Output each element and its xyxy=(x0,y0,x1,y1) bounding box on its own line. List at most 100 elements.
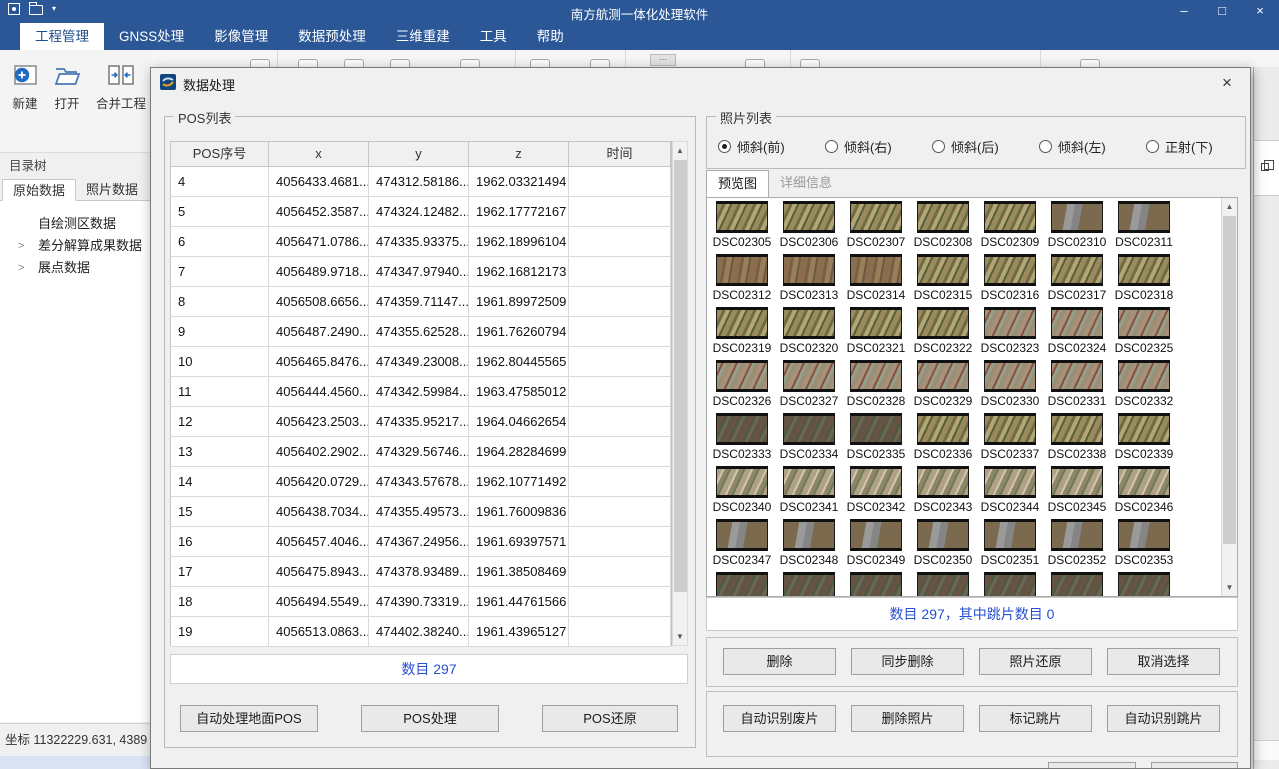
photo-thumbnail-DSC02308[interactable] xyxy=(917,201,969,233)
photo-thumbnail-DSC02312[interactable] xyxy=(716,254,768,286)
radio-circle-icon[interactable] xyxy=(718,140,731,153)
photo-button-row1-1[interactable]: 删除 xyxy=(723,648,836,675)
scrollbar-thumb[interactable] xyxy=(674,160,687,592)
menu-tab-5[interactable]: 三维重建 xyxy=(381,23,465,50)
photo-thumbnail[interactable] xyxy=(783,572,835,597)
radio-倾斜(右)[interactable]: 倾斜(右) xyxy=(825,137,892,156)
photo-thumbnail-DSC02329[interactable] xyxy=(917,360,969,392)
radio-circle-icon[interactable] xyxy=(932,140,945,153)
photo-thumbnail-DSC02310[interactable] xyxy=(1051,201,1103,233)
photo-thumbnail-DSC02316[interactable] xyxy=(984,254,1036,286)
photo-tab-1[interactable]: 预览图 xyxy=(706,170,769,197)
photo-thumbnail-DSC02337[interactable] xyxy=(984,413,1036,445)
pos-table-row[interactable]: 64056471.0786...474335.93375...1962.1899… xyxy=(171,227,671,257)
photo-thumbnail-DSC02335[interactable] xyxy=(850,413,902,445)
dialog-close-icon[interactable]: × xyxy=(1216,72,1238,94)
chevron-right-icon[interactable]: > xyxy=(18,235,24,257)
radio-倾斜(前)[interactable]: 倾斜(前) xyxy=(718,137,785,156)
photo-button-row2-2[interactable]: 删除照片 xyxy=(851,705,964,732)
photo-thumbnail-DSC02334[interactable] xyxy=(783,413,835,445)
photo-thumbnail-DSC02353[interactable] xyxy=(1118,519,1170,551)
pos-column-header[interactable]: POS序号 xyxy=(171,142,269,166)
close-button[interactable]: × xyxy=(1241,0,1279,23)
photo-thumbnail-DSC02322[interactable] xyxy=(917,307,969,339)
dialog-footer-button-2[interactable]: 取消 xyxy=(1151,762,1238,769)
photo-thumbnail-DSC02313[interactable] xyxy=(783,254,835,286)
photo-thumbnail[interactable] xyxy=(1051,572,1103,597)
photo-thumbnail-DSC02319[interactable] xyxy=(716,307,768,339)
menu-tab-6[interactable]: 工具 xyxy=(465,23,522,50)
pos-table-row[interactable]: 154056438.7034...474355.49573...1961.760… xyxy=(171,497,671,527)
maximize-button[interactable]: □ xyxy=(1203,0,1241,23)
photo-thumbnail-DSC02348[interactable] xyxy=(783,519,835,551)
menu-tab-1[interactable]: 工程管理 xyxy=(20,23,104,50)
photo-thumbnail-DSC02338[interactable] xyxy=(1051,413,1103,445)
photo-thumbnail-DSC02309[interactable] xyxy=(984,201,1036,233)
tree-item-1[interactable]: 自绘测区数据 xyxy=(0,213,150,235)
photo-thumbnail-DSC02350[interactable] xyxy=(917,519,969,551)
pos-table-row[interactable]: 184056494.5549...474390.73319...1961.447… xyxy=(171,587,671,617)
radio-circle-icon[interactable] xyxy=(1039,140,1052,153)
pos-button-3[interactable]: POS还原 xyxy=(542,705,678,732)
pos-table-row[interactable]: 164056457.4046...474367.24956...1961.693… xyxy=(171,527,671,557)
photo-thumbnail-DSC02306[interactable] xyxy=(783,201,835,233)
photo-button-row2-3[interactable]: 标记跳片 xyxy=(979,705,1092,732)
scroll-down-icon[interactable]: ▼ xyxy=(673,628,687,645)
menu-tab-2[interactable]: GNSS处理 xyxy=(104,23,199,50)
pos-column-header[interactable]: x xyxy=(269,142,369,166)
float-panel-icon[interactable] xyxy=(1261,163,1269,171)
photo-thumbnail-DSC02328[interactable] xyxy=(850,360,902,392)
radio-倾斜(后)[interactable]: 倾斜(后) xyxy=(932,137,999,156)
scroll-up-icon[interactable]: ▲ xyxy=(673,142,687,159)
photo-thumbnail-DSC02340[interactable] xyxy=(716,466,768,498)
pos-table-row[interactable]: 144056420.0729...474343.57678...1962.107… xyxy=(171,467,671,497)
chevron-right-icon[interactable]: > xyxy=(18,257,24,279)
photo-button-row2-1[interactable]: 自动识别废片 xyxy=(723,705,836,732)
photo-thumbnail-DSC02351[interactable] xyxy=(984,519,1036,551)
photo-thumbnail-DSC02352[interactable] xyxy=(1051,519,1103,551)
dialog-footer-button-1[interactable]: 完成 xyxy=(1048,762,1136,769)
photo-thumbnail-DSC02333[interactable] xyxy=(716,413,768,445)
photo-thumbnail-DSC02343[interactable] xyxy=(917,466,969,498)
left-panel-tab-1[interactable]: 原始数据 xyxy=(2,179,76,201)
photo-thumbnail-DSC02332[interactable] xyxy=(1118,360,1170,392)
photo-tab-2[interactable]: 详细信息 xyxy=(769,170,843,197)
photo-thumbnail-DSC02331[interactable] xyxy=(1051,360,1103,392)
photo-thumbnail[interactable] xyxy=(917,572,969,597)
pos-column-header[interactable]: 时间 xyxy=(569,142,671,166)
radio-倾斜(左)[interactable]: 倾斜(左) xyxy=(1039,137,1106,156)
scroll-down-icon[interactable]: ▼ xyxy=(1222,579,1237,596)
photo-thumbnail-DSC02349[interactable] xyxy=(850,519,902,551)
pos-table-row[interactable]: 134056402.2902...474329.56746...1964.282… xyxy=(171,437,671,467)
radio-circle-icon[interactable] xyxy=(825,140,838,153)
tree-item-3[interactable]: >展点数据 xyxy=(0,257,150,279)
pos-table-row[interactable]: 94056487.2490...474355.62528...1961.7626… xyxy=(171,317,671,347)
photo-thumbnail[interactable] xyxy=(850,572,902,597)
photo-thumbnail-DSC02344[interactable] xyxy=(984,466,1036,498)
pos-button-2[interactable]: POS处理 xyxy=(361,705,499,732)
photo-thumbnail-DSC02325[interactable] xyxy=(1118,307,1170,339)
scroll-up-icon[interactable]: ▲ xyxy=(1222,198,1237,215)
photo-thumbnail-DSC02345[interactable] xyxy=(1051,466,1103,498)
pos-table[interactable]: POS序号xyz时间 44056433.4681...474312.58186.… xyxy=(170,141,672,646)
menu-tab-7[interactable]: 帮助 xyxy=(522,23,579,50)
photo-thumbnail[interactable] xyxy=(1118,572,1170,597)
pos-table-row[interactable]: 84056508.6656...474359.71147...1961.8997… xyxy=(171,287,671,317)
pos-table-row[interactable]: 54056452.3587...474324.12482...1962.1777… xyxy=(171,197,671,227)
photo-button-row1-3[interactable]: 照片还原 xyxy=(979,648,1092,675)
photo-grid-scrollbar[interactable]: ▲ ▼ xyxy=(1221,198,1237,596)
radio-正射(下)[interactable]: 正射(下) xyxy=(1146,137,1213,156)
open-project-button[interactable]: 打开 xyxy=(52,60,82,112)
new-project-button[interactable]: 新建 xyxy=(10,60,40,112)
left-panel-tab-2[interactable]: 照片数据 xyxy=(76,179,148,201)
photo-thumbnail-grid[interactable]: DSC02305DSC02306DSC02307DSC02308DSC02309… xyxy=(706,197,1238,597)
pos-button-1[interactable]: 自动处理地面POS xyxy=(180,705,318,732)
photo-thumbnail-DSC02307[interactable] xyxy=(850,201,902,233)
pos-table-row[interactable]: 174056475.8943...474378.93489...1961.385… xyxy=(171,557,671,587)
pos-table-row[interactable]: 44056433.4681...474312.58186...1962.0332… xyxy=(171,167,671,197)
menu-tab-3[interactable]: 影像管理 xyxy=(199,23,283,50)
photo-thumbnail-DSC02346[interactable] xyxy=(1118,466,1170,498)
photo-thumbnail-DSC02330[interactable] xyxy=(984,360,1036,392)
photo-thumbnail-DSC02320[interactable] xyxy=(783,307,835,339)
photo-thumbnail-DSC02317[interactable] xyxy=(1051,254,1103,286)
